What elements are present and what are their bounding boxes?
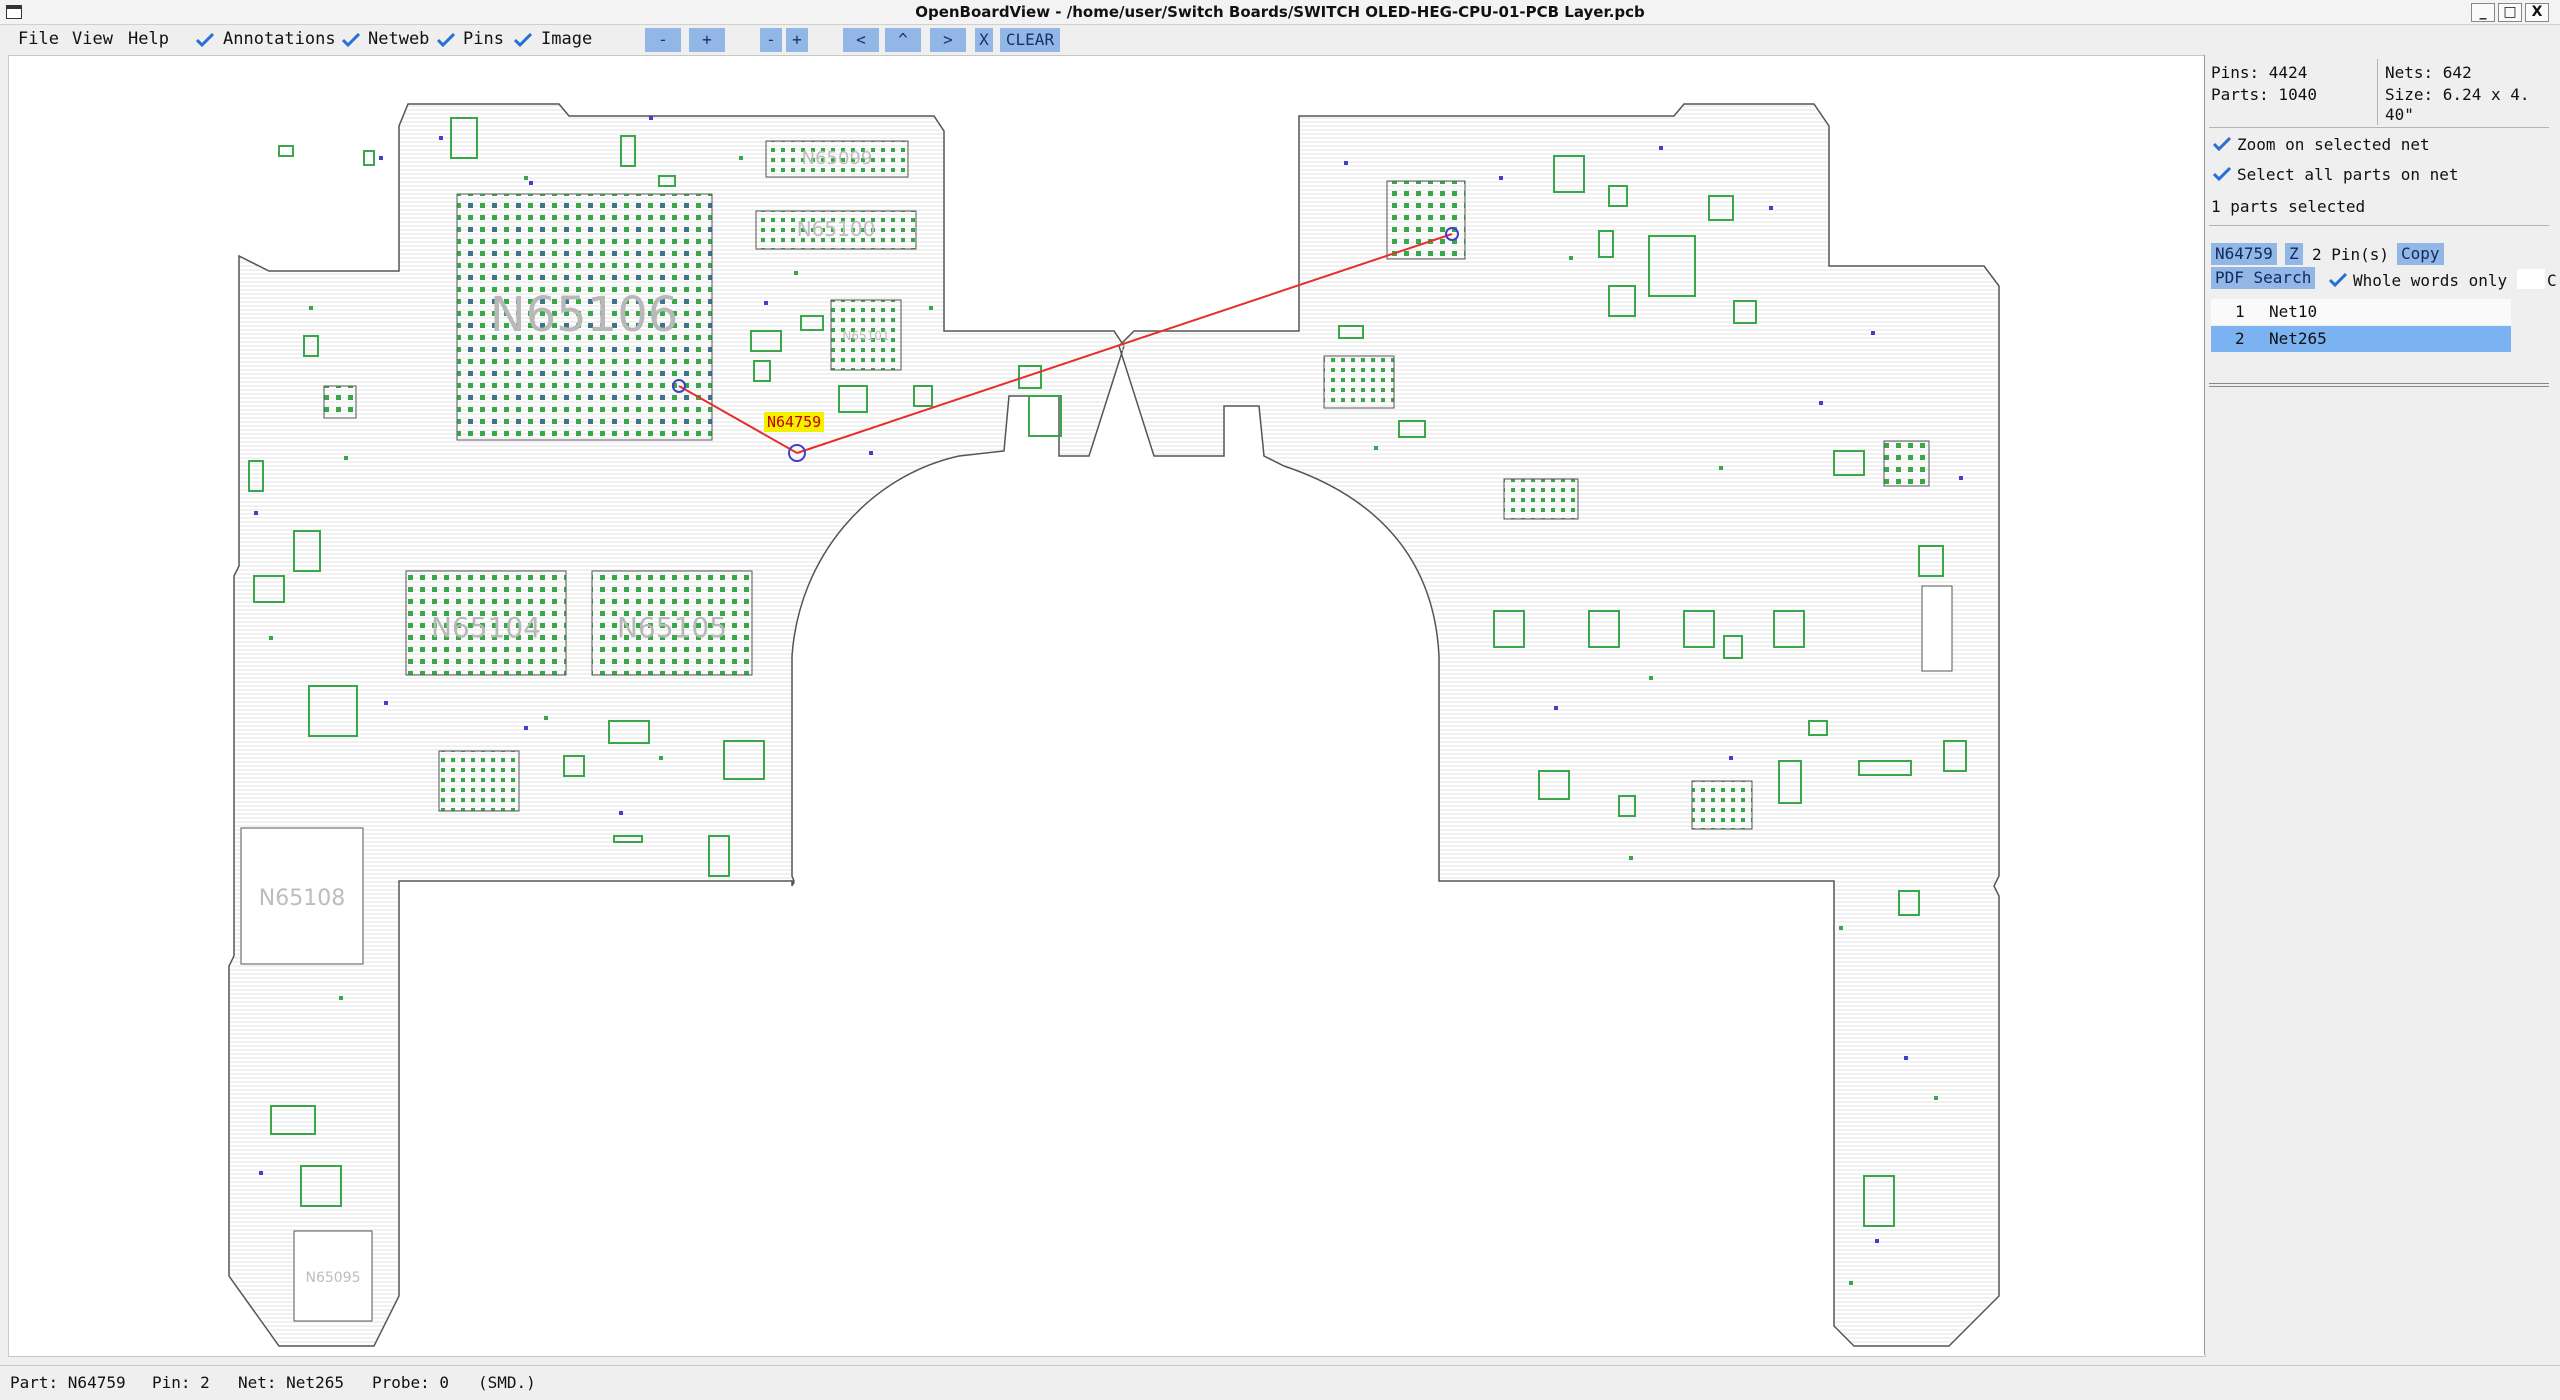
minimize-button[interactable]: _	[2471, 3, 2495, 22]
pan-right-button[interactable]: >	[930, 28, 966, 52]
title-bar: OpenBoardView - /home/user/Switch Boards…	[0, 0, 2560, 25]
svg-text:N65099: N65099	[802, 148, 873, 169]
board-drawing: N65106 N65099 N65100 N65101 N65104 N6510…	[228, 103, 2000, 1347]
svg-text:N65100: N65100	[797, 217, 876, 241]
info-panel: Pins: 4424 Nets: 642 Parts: 1040 Size: 6…	[2204, 55, 2560, 1355]
zoom-out-button[interactable]: -	[645, 28, 681, 52]
check-icon	[437, 33, 455, 47]
board-canvas[interactable]: N65106 N65099 N65100 N65101 N65104 N6510…	[8, 55, 2206, 1357]
pin-count-text: 2 Pin(s)	[2312, 245, 2390, 264]
window-title: OpenBoardView - /home/user/Switch Boards…	[915, 3, 1645, 21]
annotations-checkbox[interactable]	[193, 29, 215, 51]
panel-rule	[2209, 127, 2549, 128]
status-part: Part: N64759	[10, 1373, 126, 1392]
zoom-out-small-button[interactable]: -	[760, 28, 782, 52]
panel-splitter[interactable]	[2209, 383, 2549, 387]
case-checkbox[interactable]	[2517, 269, 2545, 289]
parts-count: Parts: 1040	[2211, 85, 2317, 104]
check-icon	[342, 33, 360, 47]
status-net: Net: Net265	[238, 1373, 344, 1392]
check-icon[interactable]	[2213, 167, 2231, 181]
clear-button[interactable]: CLEAR	[1000, 28, 1060, 52]
check-icon	[514, 33, 532, 47]
menu-view[interactable]: View	[70, 29, 115, 49]
status-type: (SMD.)	[478, 1373, 536, 1392]
status-probe: Probe: 0	[372, 1373, 450, 1392]
zoom-part-button[interactable]: Z	[2285, 243, 2303, 265]
check-icon	[196, 33, 214, 47]
maximize-button[interactable]: □	[2498, 3, 2522, 22]
pan-up-button[interactable]: ^	[885, 28, 921, 52]
pins-checkbox[interactable]	[434, 29, 456, 51]
close-button[interactable]: X	[2525, 3, 2549, 22]
net-list-item-selected[interactable]: 2 Net265	[2211, 326, 2511, 352]
pins-label: Pins	[463, 29, 504, 49]
svg-text:N65101: N65101	[842, 329, 889, 343]
status-bar: Part: N64759 Pin: 2 Net: Net265 Probe: 0…	[0, 1365, 2560, 1396]
svg-text:N65108: N65108	[259, 886, 345, 911]
part-name-button[interactable]: N64759	[2211, 243, 2277, 265]
pan-left-button[interactable]: <	[843, 28, 879, 52]
svg-text:N65095: N65095	[305, 1270, 360, 1286]
check-icon[interactable]	[2213, 137, 2231, 151]
zoom-on-net-label: Zoom on selected net	[2237, 135, 2430, 154]
reset-x-button[interactable]: X	[975, 28, 993, 52]
status-pin: Pin: 2	[152, 1373, 210, 1392]
menu-file[interactable]: File	[16, 29, 61, 49]
panel-rule	[2209, 225, 2549, 226]
label-n65106: N65106	[490, 287, 679, 343]
board-size-cont: 40"	[2385, 105, 2414, 124]
image-label: Image	[541, 29, 593, 49]
board-outline-right	[1118, 103, 2000, 1347]
parts-selected-text: 1 parts selected	[2211, 197, 2366, 216]
case-label: C	[2547, 271, 2557, 290]
zoom-in-small-button[interactable]: +	[786, 28, 808, 52]
pins-count: Pins: 4424	[2211, 63, 2308, 82]
whole-words-label: Whole words only	[2353, 271, 2508, 290]
netweb-label: Netweb	[368, 29, 430, 49]
pdf-search-button[interactable]: PDF Search	[2211, 267, 2316, 289]
svg-text:N65104: N65104	[431, 611, 541, 644]
annotations-label: Annotations	[223, 29, 336, 49]
net-list-item[interactable]: 1 Net10	[2211, 299, 2511, 325]
select-all-parts-label: Select all parts on net	[2237, 165, 2459, 184]
copy-button[interactable]: Copy	[2397, 243, 2444, 265]
zoom-in-button[interactable]: +	[689, 28, 725, 52]
selected-part-label[interactable]: N64759	[764, 412, 825, 432]
nets-count: Nets: 642	[2385, 63, 2472, 82]
panel-divider	[2377, 59, 2378, 125]
check-icon[interactable]	[2329, 273, 2347, 287]
netweb-checkbox[interactable]	[339, 29, 361, 51]
image-checkbox[interactable]	[511, 29, 533, 51]
menu-bar: File View Help Annotations Netweb Pins I…	[0, 25, 2560, 55]
svg-text:N65105: N65105	[617, 611, 727, 644]
menu-help[interactable]: Help	[126, 29, 171, 49]
board-size: Size: 6.24 x 4.	[2385, 85, 2530, 104]
